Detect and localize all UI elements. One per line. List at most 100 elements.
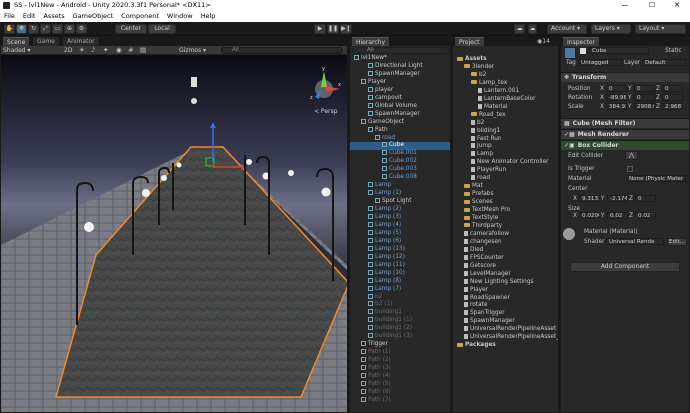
camera-settings-icon[interactable]: ▤	[140, 46, 146, 55]
rect-tool-button[interactable]: ▭	[52, 24, 63, 34]
hierarchy-item[interactable]: Lamp	[350, 182, 450, 190]
project-item[interactable]: UniversalRenderPipelineAsset	[453, 326, 556, 334]
hierarchy-item[interactable]: Path (3)	[350, 365, 450, 373]
active-checkbox[interactable]	[580, 48, 586, 54]
hierarchy-item[interactable]: Cube.008	[350, 174, 450, 182]
size-x-field[interactable]: 0.020000	[579, 212, 600, 219]
project-item[interactable]: SpawnManager	[453, 318, 515, 326]
hierarchy-item[interactable]: SpawnManager	[350, 110, 450, 119]
hand-tool-button[interactable]: ✋	[4, 24, 15, 34]
hierarchy-item[interactable]: Path (7)	[350, 396, 450, 405]
tab-game[interactable]: Game	[33, 37, 59, 46]
space-local-button[interactable]: Local	[148, 24, 176, 34]
rotation-y-field[interactable]: 0	[634, 94, 655, 101]
hierarchy-item[interactable]: Lamp (6)	[350, 237, 450, 246]
add-component-button[interactable]: Add Component	[570, 262, 680, 272]
hierarchy-item[interactable]: GameObject	[350, 118, 450, 127]
hierarchy-item[interactable]: Lamp (2)	[350, 206, 450, 214]
hierarchy-item[interactable]: Path (5)	[350, 380, 450, 389]
hierarchy-item[interactable]: building1 (3)	[350, 333, 450, 341]
hierarchy-item[interactable]: campovit	[350, 94, 450, 103]
minimize-button[interactable]: —	[616, 0, 634, 11]
project-item[interactable]: Assets	[453, 56, 487, 64]
project-item[interactable]: Prefabs	[453, 191, 494, 199]
custom-tool-button[interactable]: ⚙	[76, 24, 87, 34]
hierarchy-item[interactable]: Trigger	[350, 341, 450, 349]
scale-x-field[interactable]: 384.93	[606, 103, 627, 110]
project-item[interactable]: TextStyle	[453, 215, 498, 223]
hierarchy-item[interactable]: building1	[350, 309, 450, 317]
grid-toggle-icon[interactable]: #	[128, 46, 133, 55]
hierarchy-item[interactable]: Path (2)	[350, 357, 450, 365]
hierarchy-item[interactable]: Lamp (10)	[350, 269, 450, 278]
collab-icon[interactable]: ☁	[514, 24, 525, 34]
cloud-icon[interactable]: ☁	[528, 24, 537, 34]
project-item[interactable]: Died	[453, 246, 483, 255]
close-button[interactable]: ✕	[668, 0, 686, 11]
maximize-button[interactable]: ☐	[643, 0, 661, 11]
shader-dropdown[interactable]: Universal Rende	[606, 238, 664, 245]
project-item[interactable]: LanternBaseColor	[453, 95, 536, 104]
layer-dropdown[interactable]: Default	[642, 59, 686, 66]
tab-hierarchy[interactable]: Hierarchy	[352, 37, 390, 46]
menu-component[interactable]: Component	[117, 11, 163, 22]
hierarchy-item[interactable]: Cube	[350, 142, 450, 151]
move-tool-button[interactable]: ✥	[16, 24, 27, 34]
scene-viewport[interactable]: y x z < Persp	[1, 55, 347, 412]
center-x-field[interactable]: 9.313226e	[579, 195, 600, 202]
mesh-filter-header[interactable]: ▦ Cube (Mesh Filter)	[561, 118, 689, 128]
hierarchy-item[interactable]: b2 (1)	[350, 301, 450, 309]
project-item[interactable]: rotate	[453, 302, 487, 310]
hierarchy-item[interactable]: Directional Light	[350, 62, 450, 71]
hierarchy-item[interactable]: Lamp (7)	[350, 285, 450, 294]
box-collider-header[interactable]: ✓▣ Box Collider	[561, 140, 689, 150]
position-z-field[interactable]: 0	[662, 85, 683, 92]
scene-search-input[interactable]: All	[221, 47, 343, 54]
hierarchy-item[interactable]: Cube.001	[350, 150, 450, 158]
tag-dropdown[interactable]: Untagged	[578, 59, 622, 66]
project-item[interactable]: UniversalRenderPipelineAsset_R	[453, 334, 558, 342]
scale-y-field[interactable]: 2908.6(	[634, 103, 655, 110]
project-item[interactable]: changesen	[453, 238, 502, 247]
edit-collider-button[interactable]: ⋀	[625, 151, 638, 160]
hierarchy-item[interactable]: Path (4)	[350, 373, 450, 381]
project-item[interactable]: FPSCounter	[453, 254, 504, 263]
rotate-tool-button[interactable]: ↻	[28, 24, 39, 34]
project-item[interactable]: SpanTrigger	[453, 310, 505, 318]
is-trigger-checkbox[interactable]	[627, 166, 633, 172]
step-button[interactable]: ▶❙	[340, 24, 352, 34]
perspective-label[interactable]: < Persp	[314, 108, 338, 115]
hierarchy-item[interactable]: Lamp (3)	[350, 214, 450, 222]
project-item[interactable]: Jump	[453, 143, 492, 151]
scale-tool-button[interactable]: ⤢	[40, 24, 51, 34]
hierarchy-item[interactable]: Cube.002	[350, 158, 450, 166]
account-dropdown[interactable]: Account ▾	[547, 24, 587, 34]
layers-dropdown[interactable]: Layers ▾	[591, 24, 631, 34]
hierarchy-item[interactable]: Lamp (1)	[350, 190, 450, 198]
hierarchy-item[interactable]: Lamp (8)	[350, 277, 450, 286]
effects-toggle-icon[interactable]: ✦	[103, 46, 108, 55]
project-item[interactable]: camerafollow	[453, 230, 509, 239]
project-item[interactable]: Fast Run	[453, 135, 502, 144]
hierarchy-item[interactable]: Path (1)	[350, 349, 450, 357]
audio-toggle-icon[interactable]: ♪	[91, 46, 95, 55]
hierarchy-item[interactable]: SpawnManager	[350, 70, 450, 79]
menu-help[interactable]: Help	[197, 11, 220, 22]
lighting-toggle-icon[interactable]: ☀	[79, 46, 85, 55]
project-item[interactable]: Lamp	[453, 151, 493, 159]
hierarchy-item[interactable]: building1 (1)	[350, 317, 450, 325]
layout-dropdown[interactable]: Layout ▾	[635, 24, 686, 34]
center-y-field[interactable]: -2.174639	[607, 195, 628, 202]
menu-edit[interactable]: Edit	[19, 11, 40, 22]
project-item[interactable]: b2	[453, 119, 484, 128]
menu-window[interactable]: Window	[163, 11, 197, 22]
hierarchy-item[interactable]: b2	[350, 293, 450, 302]
shading-mode-dropdown[interactable]: Shaded ▾	[3, 46, 31, 55]
rotation-z-field[interactable]: 0	[662, 94, 683, 101]
position-x-field[interactable]: 0	[606, 85, 627, 92]
project-item[interactable]: Scenes	[453, 199, 493, 207]
play-button[interactable]: ▶	[314, 24, 326, 34]
tab-animator[interactable]: Animator	[63, 37, 99, 46]
tab-inspector[interactable]: Inspector	[563, 37, 599, 46]
hierarchy-item[interactable]: Cube.003	[350, 166, 450, 174]
